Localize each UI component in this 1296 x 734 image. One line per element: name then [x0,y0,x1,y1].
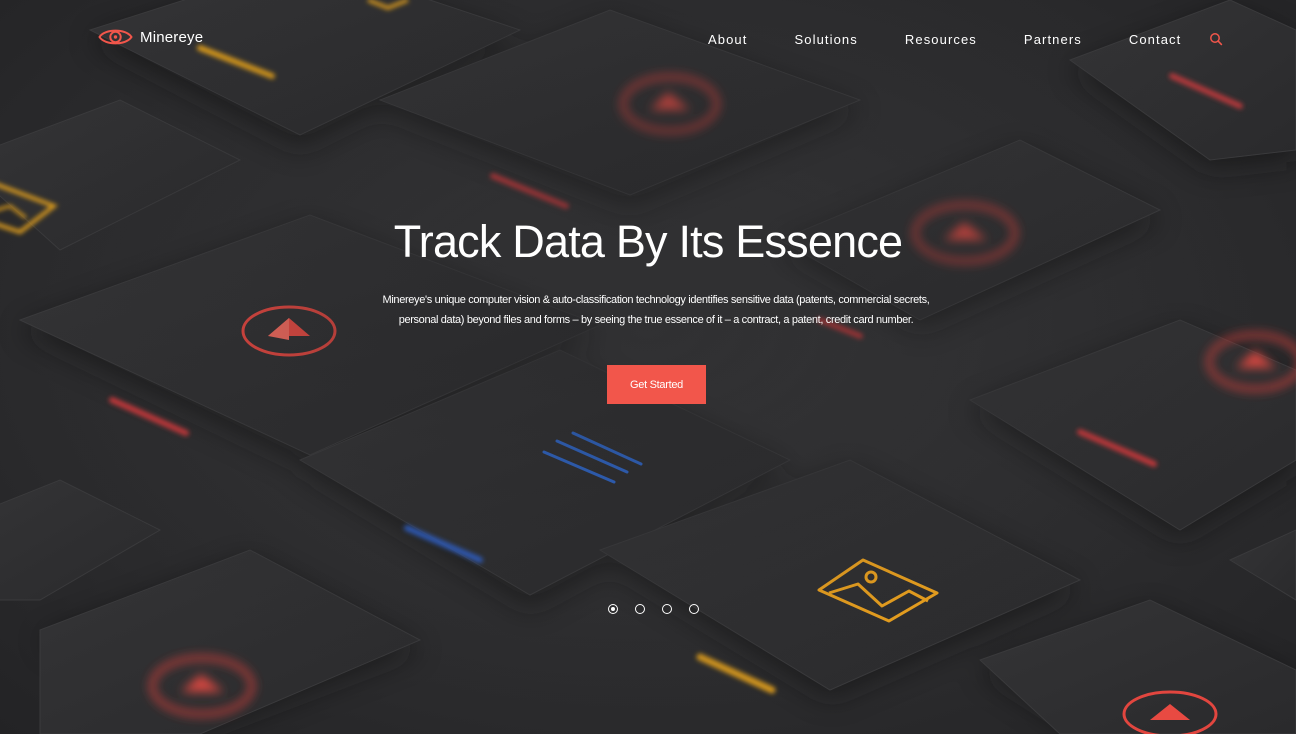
carousel-dot-4[interactable] [689,604,699,614]
carousel-dot-2[interactable] [635,604,645,614]
hero-section: Minereye About Solutions Resources Partn… [0,0,1296,734]
nav-item-resources[interactable]: Resources [905,32,977,47]
nav-item-about[interactable]: About [708,32,747,47]
nav-item-partners[interactable]: Partners [1024,32,1082,47]
eye-icon [98,29,133,45]
hero-description-line-1: Minereye's unique computer vision & auto… [382,294,930,306]
get-started-button[interactable]: Get Started [607,365,706,404]
main-nav: About Solutions Resources Partners Conta… [708,30,1223,48]
hero-description: Minereye's unique computer vision & auto… [340,290,972,330]
hero-title: Track Data By Its Essence [393,216,903,267]
brand-logo[interactable]: Minereye [98,24,203,50]
carousel-dot-1[interactable] [608,604,618,614]
search-icon[interactable] [1209,32,1223,46]
carousel-pagination [608,604,716,614]
carousel-dot-3[interactable] [662,604,672,614]
brand-name: Minereye [140,28,204,46]
nav-item-contact[interactable]: Contact [1129,32,1182,47]
nav-item-solutions[interactable]: Solutions [794,32,857,47]
hero-description-line-2: personal data) beyond files and forms – … [398,314,914,326]
